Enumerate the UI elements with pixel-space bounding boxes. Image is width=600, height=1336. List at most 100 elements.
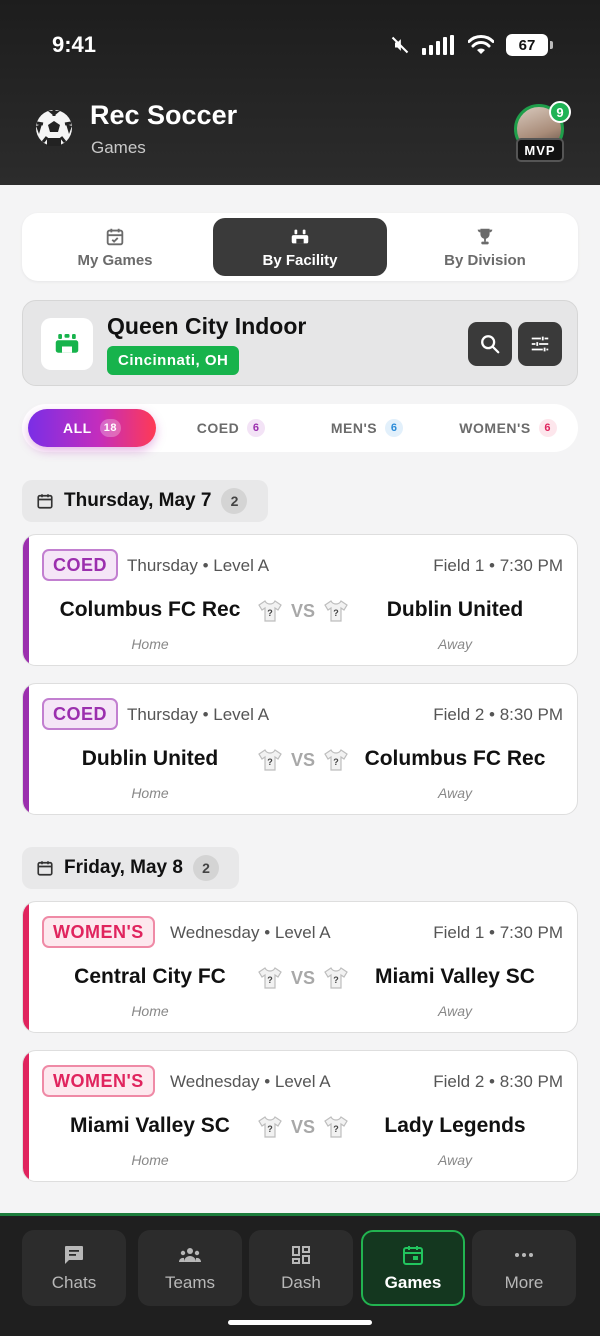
filter-label: COED: [196, 420, 240, 436]
nav-games[interactable]: Games: [361, 1230, 465, 1306]
filter-mens[interactable]: MEN'S 6: [312, 409, 422, 447]
filter-womens[interactable]: WOMEN'S 6: [446, 409, 570, 447]
group-icon: [178, 1248, 202, 1262]
vs-label: VS: [290, 1116, 315, 1137]
vs-label: VS: [290, 967, 315, 988]
profile-avatar-button[interactable]: 9 MVP: [514, 101, 571, 164]
date-header: Thursday, May 7 2: [22, 480, 268, 522]
tab-by-facility[interactable]: By Facility: [213, 218, 387, 276]
signal-icon: [422, 35, 454, 55]
app-title: Rec Soccer: [90, 100, 238, 130]
nav-dash[interactable]: Dash: [249, 1230, 353, 1306]
stadium-icon: [55, 334, 79, 353]
home-team: Dublin United: [81, 747, 219, 770]
home-team: Miami Valley SC: [70, 1114, 230, 1137]
game-field-time: Field 1 • 7:30 PM: [433, 556, 563, 575]
sliders-icon: [531, 336, 549, 352]
filter-count: 18: [99, 419, 121, 437]
game-field-time: Field 2 • 8:30 PM: [433, 1072, 563, 1091]
division-badge: COED: [42, 549, 119, 581]
vs-label: VS: [290, 600, 315, 621]
away-team: Miami Valley SC: [375, 965, 535, 988]
away-label: Away: [438, 1152, 472, 1168]
division-badge: COED: [42, 698, 119, 730]
game-meta: Wednesday • Level A: [170, 1072, 331, 1091]
stadium-icon: [291, 229, 309, 243]
game-meta: Thursday • Level A: [127, 705, 270, 724]
status-time: 9:41: [52, 32, 97, 57]
division-filter-bar: ALL 18 COED 6 MEN'S 6 WOMEN'S 6: [22, 404, 578, 452]
filter-all[interactable]: ALL 18: [28, 409, 156, 447]
filter-label: ALL: [63, 420, 92, 436]
game-card[interactable]: WOMEN'S Wednesday • Level A Field 2 • 8:…: [22, 1050, 578, 1182]
jersey-mark: ?: [267, 975, 273, 985]
division-badge: WOMEN'S: [42, 1065, 155, 1097]
calendar-icon: [37, 494, 53, 509]
away-team: Dublin United: [386, 598, 524, 621]
date-game-count: 2: [192, 855, 219, 881]
home-team: Central City FC: [74, 965, 226, 988]
facility-card: Queen City Indoor Cincinnati, OH: [22, 300, 578, 386]
jersey-mark: ?: [267, 1124, 273, 1134]
date-game-count: 2: [221, 488, 248, 514]
nav-label: Games: [384, 1273, 442, 1292]
chat-icon: [65, 1246, 83, 1264]
nav-label: More: [504, 1273, 544, 1292]
calendar-icon: [403, 1246, 423, 1265]
status-bar: 9:41 67: [0, 30, 600, 60]
jersey-icon: ?: [258, 600, 282, 622]
wifi-icon: [468, 35, 494, 54]
tab-by-division[interactable]: By Division: [398, 218, 572, 276]
nav-label: Chats: [51, 1273, 97, 1292]
search-button[interactable]: [468, 322, 512, 366]
away-team: Columbus FC Rec: [364, 747, 546, 770]
date-label: Friday, May 8: [64, 857, 183, 878]
tab-my-games[interactable]: My Games: [28, 218, 202, 276]
home-indicator[interactable]: [228, 1320, 372, 1325]
filter-label: WOMEN'S: [459, 420, 531, 436]
jersey-mark: ?: [267, 757, 273, 767]
away-label: Away: [438, 636, 472, 652]
nav-label: Teams: [164, 1273, 216, 1292]
facility-location-badge: Cincinnati, OH: [107, 346, 240, 375]
division-badge: WOMEN'S: [42, 916, 155, 948]
tab-label: My Games: [77, 251, 153, 269]
jersey-icon: ?: [258, 967, 282, 989]
mute-icon: [391, 36, 409, 54]
calendar-icon: [37, 861, 53, 876]
game-card[interactable]: COED Thursday • Level A Field 2 • 8:30 P…: [22, 683, 578, 815]
filter-settings-button[interactable]: [518, 322, 562, 366]
jersey-icon: ?: [258, 749, 282, 771]
trophy-icon: [477, 228, 493, 244]
home-label: Home: [131, 1152, 169, 1168]
jersey-mark: ?: [267, 608, 273, 618]
home-team: Columbus FC Rec: [59, 598, 241, 621]
date-header: Friday, May 8 2: [22, 847, 239, 889]
search-icon: [481, 335, 500, 354]
home-label: Home: [131, 636, 169, 652]
home-label: Home: [131, 1003, 169, 1019]
away-label: Away: [438, 1003, 472, 1019]
game-card[interactable]: COED Thursday • Level A Field 1 • 7:30 P…: [22, 534, 578, 666]
filter-coed[interactable]: COED 6: [176, 409, 286, 447]
game-field-time: Field 2 • 8:30 PM: [433, 705, 563, 724]
game-meta: Thursday • Level A: [127, 556, 270, 575]
jersey-icon: ?: [258, 1116, 282, 1138]
filter-count: 6: [247, 419, 266, 437]
bottom-navigation: Chats Teams Dash Games More: [0, 1213, 600, 1336]
nav-chats[interactable]: Chats: [22, 1230, 126, 1306]
away-team: Lady Legends: [384, 1114, 526, 1137]
filter-count: 6: [538, 419, 557, 437]
date-label: Thursday, May 7: [64, 490, 212, 511]
notification-badge: 9: [549, 101, 571, 123]
nav-more[interactable]: More: [472, 1230, 576, 1306]
nav-teams[interactable]: Teams: [138, 1230, 242, 1306]
calendar-check-icon: [106, 228, 124, 245]
view-tabs: My Games By Facility By Division: [22, 213, 578, 281]
facility-logo: [41, 318, 93, 370]
filter-count: 6: [385, 419, 404, 437]
home-label: Home: [131, 785, 169, 801]
more-dots-icon: [515, 1253, 533, 1257]
filter-label: MEN'S: [330, 420, 378, 436]
game-card[interactable]: WOMEN'S Wednesday • Level A Field 1 • 7:…: [22, 901, 578, 1033]
